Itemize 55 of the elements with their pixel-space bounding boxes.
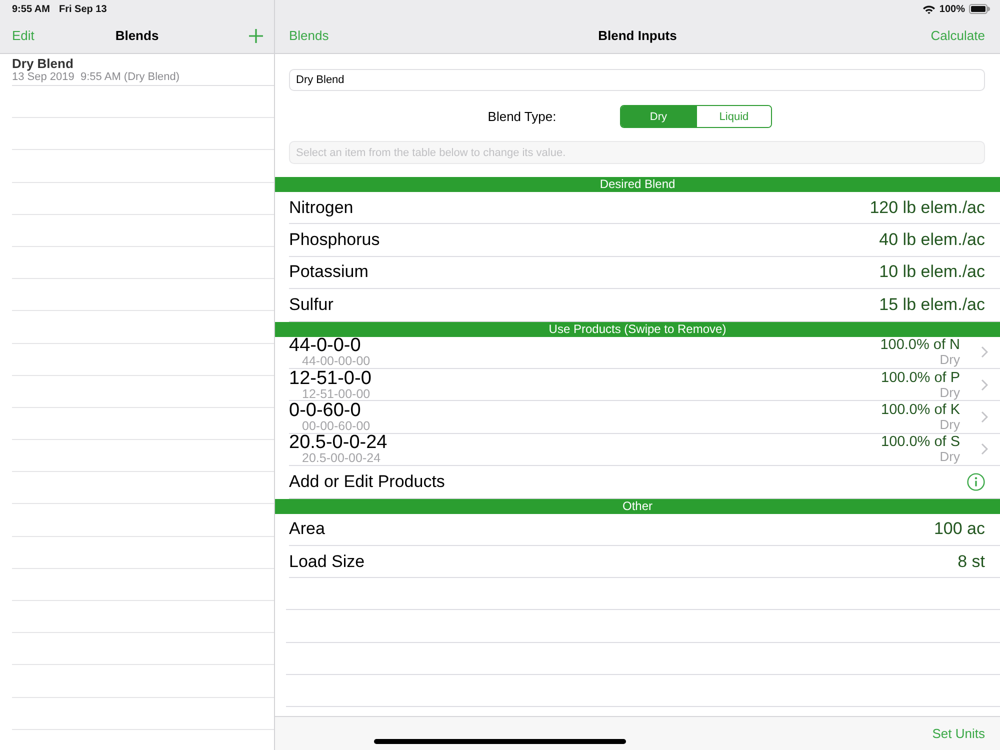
chevron-icon xyxy=(981,443,988,456)
row-value: 100 ac xyxy=(934,519,985,540)
row-label: Load Size xyxy=(289,552,365,572)
product-share: 100.0% of K xyxy=(881,402,960,418)
back-button[interactable]: Blends xyxy=(289,28,329,43)
section-header: Other xyxy=(275,498,1000,514)
row-label: Area xyxy=(289,519,325,540)
row-value: 40 lb elem./ac xyxy=(879,230,985,250)
product-form: Dry xyxy=(940,418,960,432)
product-code: 20.5-00-00-24 xyxy=(301,452,381,466)
product-code: 00-00-60-00 xyxy=(301,420,370,434)
blend-title: Dry Blend xyxy=(12,56,74,70)
product-share: 100.0% of N xyxy=(880,337,960,354)
row-value: 120 lb elem./ac xyxy=(870,198,985,218)
add-edit-products-button[interactable]: Add or Edit Products xyxy=(289,472,445,492)
product-name: 12-51-0-0 xyxy=(289,368,372,388)
row-label: Nitrogen xyxy=(289,198,354,218)
section-header: Desired Blend xyxy=(275,177,1000,192)
battery-percent: 100% xyxy=(939,4,965,14)
product-form: Dry xyxy=(940,450,960,464)
row-value: 15 lb elem./ac xyxy=(879,294,985,315)
wifi-icon xyxy=(923,4,936,14)
row-value: 8 st xyxy=(958,552,985,572)
blend-type-label: Blend Type: xyxy=(488,109,556,124)
product-form: Dry xyxy=(940,353,960,368)
product-name: 44-0-0-0 xyxy=(289,336,361,356)
blend-name-field[interactable]: Dry Blend xyxy=(289,69,985,91)
row-value: 10 lb elem./ac xyxy=(879,262,985,282)
product-code: 44-00-00-00 xyxy=(301,355,370,368)
section-header: Use Products (Swipe to Remove) xyxy=(275,322,1000,337)
chevron-icon xyxy=(981,378,988,391)
nav-title: Blends xyxy=(115,28,159,43)
product-share: 100.0% of S xyxy=(881,434,960,450)
segment-button[interactable]: Liquid xyxy=(696,106,772,127)
row-label: Sulfur xyxy=(289,294,334,315)
product-code: 12-51-00-00 xyxy=(301,388,370,401)
row-label: Potassium xyxy=(289,262,368,282)
battery-icon xyxy=(969,4,990,14)
product-share: 100.0% of P xyxy=(881,370,960,386)
chevron-icon xyxy=(981,411,988,424)
status-date: Fri Sep 13 xyxy=(58,4,107,14)
info-icon[interactable] xyxy=(967,472,985,491)
add-icon[interactable] xyxy=(249,28,263,42)
product-form: Dry xyxy=(940,386,960,400)
calculate-button[interactable]: Calculate xyxy=(930,28,985,43)
row-label: Phosphorus xyxy=(289,230,380,250)
set-units-button[interactable]: Set Units xyxy=(932,726,985,741)
nav-title: Blend Inputs xyxy=(598,28,677,43)
product-name: 0-0-60-0 xyxy=(289,401,361,420)
product-name: 20.5-0-0-24 xyxy=(289,433,388,452)
edit-button[interactable]: Edit xyxy=(12,28,34,43)
blend-subtitle: 13 Sep 2019 9:55 AM (Dry Blend) xyxy=(12,70,181,84)
segment-button[interactable]: Dry xyxy=(621,106,696,127)
status-time: 9:55 AM xyxy=(12,4,50,14)
chevron-icon xyxy=(981,346,988,358)
